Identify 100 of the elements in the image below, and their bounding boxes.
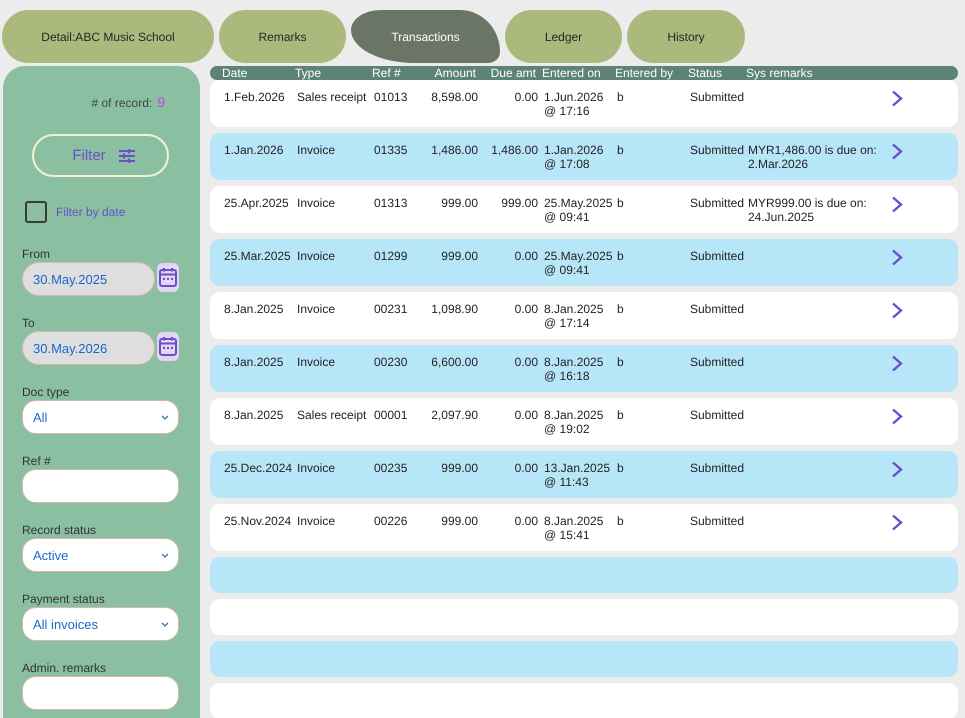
chevron-right-icon[interactable] bbox=[891, 196, 903, 213]
dropdown-field[interactable]: All bbox=[22, 400, 179, 434]
table-cell: 8.Jan.2025 bbox=[224, 302, 284, 316]
table-cell: 2,097.90 bbox=[431, 408, 478, 422]
table-cell: 1,486.00 bbox=[491, 143, 538, 157]
chevron-down-icon bbox=[161, 552, 169, 558]
table-cell: 999.00 bbox=[441, 514, 478, 528]
table-cell-text: 8.Jan.2025 @ 15:41 bbox=[544, 514, 604, 542]
table-cell: 01299 bbox=[374, 249, 408, 263]
table-cell: 1,486.00 bbox=[431, 143, 478, 157]
column-header: Status bbox=[688, 66, 722, 80]
table-cell: 25.Apr.2025 bbox=[224, 196, 289, 210]
table-cell: Submitted bbox=[690, 143, 744, 157]
table-cell: Sales receipt bbox=[297, 408, 366, 422]
calendar-icon[interactable] bbox=[157, 263, 179, 292]
date-field[interactable]: 30.May.2025 bbox=[22, 262, 155, 296]
table-cell: b bbox=[617, 461, 624, 475]
table-cell: b bbox=[617, 355, 624, 369]
column-header: Amount bbox=[434, 66, 476, 80]
table-cell: 00226 bbox=[374, 514, 408, 528]
chevron-right-icon[interactable] bbox=[891, 249, 903, 266]
table-cell: 25.Dec.2024 bbox=[224, 461, 292, 475]
table-cell: 0.00 bbox=[514, 249, 538, 263]
chevron-right-icon[interactable] bbox=[891, 355, 903, 372]
table-cell: Submitted bbox=[690, 196, 744, 210]
table-cell: 1.Feb.2026 bbox=[224, 90, 285, 104]
tab[interactable]: Remarks bbox=[219, 10, 346, 63]
table-cell: 00235 bbox=[374, 461, 408, 475]
table-cell: 0.00 bbox=[514, 302, 538, 316]
table-cell: Submitted bbox=[690, 461, 744, 475]
table-cell: Invoice bbox=[297, 196, 336, 210]
checkbox[interactable] bbox=[25, 201, 47, 223]
table-cell: 1,098.90 bbox=[431, 302, 478, 316]
table-cell: 01335 bbox=[374, 143, 408, 157]
table-cell: Sales receipt bbox=[297, 90, 366, 104]
chevron-down-icon bbox=[161, 414, 169, 420]
tab[interactable]: History bbox=[627, 10, 745, 63]
table-cell: 25.Nov.2024 bbox=[224, 514, 292, 528]
table-cell: b bbox=[617, 143, 624, 157]
input-field[interactable] bbox=[22, 676, 179, 710]
column-header: Entered on bbox=[542, 66, 601, 80]
table-cell: b bbox=[617, 514, 624, 528]
table-cell: Submitted bbox=[690, 408, 744, 422]
input-field[interactable] bbox=[22, 469, 179, 503]
field-label: To bbox=[22, 316, 35, 330]
table-cell: 8.Jan.2025 bbox=[224, 355, 284, 369]
table-cell: b bbox=[617, 302, 624, 316]
table-cell: 999.00 bbox=[441, 196, 478, 210]
field-label: Payment status bbox=[22, 592, 105, 606]
chevron-right-icon[interactable] bbox=[891, 90, 903, 107]
chevron-right-icon[interactable] bbox=[891, 408, 903, 425]
field-label: From bbox=[22, 247, 50, 261]
field-label: Admin. remarks bbox=[22, 661, 106, 675]
column-header: Entered by bbox=[615, 66, 674, 80]
tab[interactable]: Ledger bbox=[505, 10, 622, 63]
checkbox-label[interactable]: Filter by date bbox=[56, 205, 126, 219]
tab[interactable]: Transactions bbox=[351, 10, 500, 63]
tab[interactable]: Detail:ABC Music School bbox=[2, 10, 214, 63]
table-cell: 999.00 bbox=[501, 196, 538, 210]
chevron-right-icon[interactable] bbox=[891, 302, 903, 319]
chevron-right-icon[interactable] bbox=[891, 143, 903, 160]
table-cell-text: 25.May.2025 @ 09:41 bbox=[544, 196, 614, 224]
table-cell-text: 8.Jan.2025 @ 16:18 bbox=[544, 355, 604, 383]
table-cell: Invoice bbox=[297, 514, 336, 528]
record-count-label: # of record: bbox=[92, 96, 152, 110]
field-label: Doc type bbox=[22, 385, 70, 399]
table-cell: Submitted bbox=[690, 249, 744, 263]
table-cell: 00230 bbox=[374, 355, 408, 369]
table-cell-text: 1.Jun.2026 @ 17:16 bbox=[544, 90, 604, 118]
dropdown-field[interactable]: All invoices bbox=[22, 607, 179, 641]
table-cell: 999.00 bbox=[441, 249, 478, 263]
date-field[interactable]: 30.May.2026 bbox=[22, 331, 155, 365]
field-label: Record status bbox=[22, 523, 96, 537]
table-cell: 1.Jan.2026 bbox=[224, 143, 284, 157]
table-cell: Invoice bbox=[297, 143, 336, 157]
table-cell-text: 1.Jan.2026 @ 17:08 bbox=[544, 143, 604, 171]
table-cell: Invoice bbox=[297, 461, 336, 475]
table-cell-text: MYR1,486.00 is due on: 2.Mar.2026 bbox=[748, 143, 878, 171]
column-header: Ref # bbox=[372, 66, 401, 80]
table-cell: 0.00 bbox=[514, 514, 538, 528]
table-cell-text: 13.Jan.2025 @ 11:43 bbox=[544, 461, 612, 489]
field-label: Ref # bbox=[22, 454, 51, 468]
column-header: Date bbox=[222, 66, 248, 80]
chevron-right-icon[interactable] bbox=[891, 461, 903, 478]
column-header: Due amt bbox=[490, 66, 536, 80]
table-cell: 01313 bbox=[374, 196, 408, 210]
dropdown-field[interactable]: Active bbox=[22, 538, 179, 572]
table-cell: 8.Jan.2025 bbox=[224, 408, 284, 422]
table-cell-text: 8.Jan.2025 @ 19:02 bbox=[544, 408, 604, 436]
table-cell-text: 25.May.2025 @ 09:41 bbox=[544, 249, 614, 277]
table-cell-text: MYR999.00 is due on: 24.Jun.2025 bbox=[748, 196, 868, 224]
table-cell: Invoice bbox=[297, 355, 336, 369]
column-header: Type bbox=[295, 66, 322, 80]
table-cell: Invoice bbox=[297, 302, 336, 316]
chevron-right-icon[interactable] bbox=[891, 514, 903, 531]
calendar-icon[interactable] bbox=[157, 332, 179, 361]
table-cell: 01013 bbox=[374, 90, 408, 104]
table-cell: b bbox=[617, 90, 624, 104]
filter-button[interactable]: Filter bbox=[32, 134, 169, 177]
table-cell: Invoice bbox=[297, 249, 336, 263]
